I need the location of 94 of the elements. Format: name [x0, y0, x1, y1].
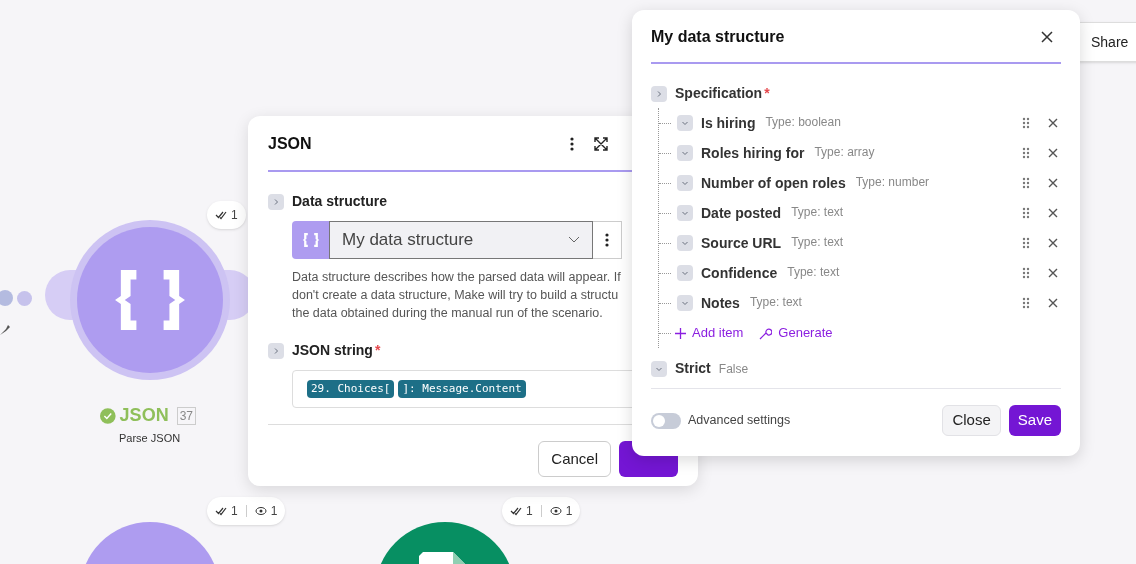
item-name: Is hiring: [701, 113, 756, 133]
item-type: Type: number: [855, 173, 930, 191]
item-type: Type: text: [787, 263, 840, 281]
item-type: Type: text: [749, 293, 802, 311]
expand-toggle[interactable]: [651, 85, 667, 102]
drag-handle-icon[interactable]: [1022, 207, 1030, 219]
close-icon[interactable]: [1048, 208, 1058, 218]
close-icon[interactable]: [1048, 238, 1058, 248]
mapped-token[interactable]: 29. Choices[: [307, 380, 395, 398]
add-item-button[interactable]: Add item: [675, 323, 744, 343]
wrench-icon: [759, 326, 773, 340]
mapped-token[interactable]: ]: Message.Content: [398, 380, 526, 398]
module-subtitle: Parse JSON: [119, 431, 181, 446]
collapse-toggle[interactable]: [677, 265, 693, 281]
help-text: the data obtained during the manual run of the scenario.: [292, 305, 604, 322]
required-asterisk: *: [374, 342, 381, 358]
collapse-toggle[interactable]: [677, 175, 693, 191]
module-number: 37: [176, 406, 196, 425]
double-check-icon: [215, 210, 227, 220]
field-label: Strict: [675, 359, 711, 378]
chevron-down-icon: [681, 209, 689, 217]
chevron-down-icon: [681, 299, 689, 307]
structure-select[interactable]: My data structure: [329, 221, 593, 259]
drag-handle-icon[interactable]: [1022, 237, 1030, 249]
item-name: Number of open roles: [701, 173, 846, 193]
eye-icon: [549, 506, 562, 516]
help-text: Data structure describes how the parsed data will appear. If: [292, 269, 622, 286]
field-label: JSON string*: [292, 341, 381, 360]
close-icon[interactable]: [1041, 31, 1053, 43]
run-count-badge[interactable]: 1: [207, 201, 246, 229]
eye-icon: [254, 506, 267, 516]
close-icon[interactable]: [1048, 298, 1058, 308]
close-icon[interactable]: [1048, 268, 1058, 278]
item-name: Roles hiring for: [701, 143, 805, 163]
item-name: Confidence: [701, 263, 778, 283]
generate-button[interactable]: Generate: [759, 323, 833, 343]
drag-handle-icon[interactable]: [1022, 177, 1030, 189]
collapse-toggle[interactable]: [677, 145, 693, 161]
chevron-down-icon: [568, 236, 580, 244]
field-value: False: [718, 360, 749, 378]
toggle-label: Advanced settings: [688, 412, 791, 430]
drag-handle-icon[interactable]: [1022, 117, 1030, 129]
item-type: Type: text: [791, 203, 844, 221]
chevron-right-icon: [655, 89, 663, 98]
expand-toggle[interactable]: [268, 342, 284, 359]
field-label: Data structure: [292, 192, 387, 211]
advanced-settings-toggle[interactable]: [651, 412, 681, 429]
collapse-toggle[interactable]: [677, 205, 693, 221]
operations-count: 1: [231, 207, 238, 224]
required-asterisk: *: [764, 85, 770, 101]
operations-count: 1: [526, 503, 533, 520]
expand-toggle[interactable]: [268, 193, 284, 210]
field-label: Specification*: [675, 84, 770, 103]
save-button[interactable]: Save: [1008, 405, 1061, 436]
more-icon[interactable]: [570, 136, 574, 151]
drag-handle-icon[interactable]: [1022, 147, 1030, 159]
item-name: Date posted: [701, 203, 782, 223]
module-title: JSON: [119, 404, 169, 427]
chevron-down-icon: [681, 239, 689, 247]
chevron-right-icon: [272, 197, 280, 206]
chevron-down-icon: [681, 119, 689, 127]
operations-count: 1: [231, 503, 238, 520]
item-name: Source URL: [701, 233, 782, 253]
run-count-badge[interactable]: 1 1: [207, 497, 286, 525]
double-check-icon: [215, 506, 227, 516]
double-check-icon: [510, 506, 522, 516]
help-text: don't create a data structure, Make will try to build a structu: [292, 287, 620, 304]
close-icon[interactable]: [1048, 148, 1058, 158]
bundles-count: 1: [565, 503, 573, 520]
run-count-badge[interactable]: 1 1: [502, 497, 581, 525]
plus-icon: [675, 327, 686, 339]
collapse-toggle[interactable]: [677, 295, 693, 311]
cancel-button[interactable]: Cancel: [538, 441, 611, 477]
bundles-count: 1: [270, 503, 278, 520]
item-type: Type: text: [791, 233, 844, 251]
item-type: Type: boolean: [765, 113, 841, 131]
close-icon[interactable]: [1048, 178, 1058, 188]
close-icon[interactable]: [1048, 118, 1058, 128]
drag-handle-icon[interactable]: [1022, 297, 1030, 309]
chevron-down-icon: [681, 269, 689, 277]
chevron-right-icon: [272, 346, 280, 355]
chevron-down-icon: [681, 149, 689, 157]
dialog-title: My data structure: [651, 27, 785, 47]
collapse-toggle[interactable]: [677, 235, 693, 251]
collapse-toggle[interactable]: [677, 115, 693, 131]
collapse-toggle[interactable]: [651, 360, 667, 377]
close-button[interactable]: Close: [942, 405, 1001, 436]
chevron-down-icon: [681, 179, 689, 187]
dialog-title: JSON: [268, 133, 312, 154]
expand-icon[interactable]: [594, 136, 608, 151]
item-name: Notes: [701, 293, 740, 313]
item-type: Type: array: [814, 143, 875, 161]
more-icon[interactable]: [605, 233, 609, 247]
drag-handle-icon[interactable]: [1022, 267, 1030, 279]
